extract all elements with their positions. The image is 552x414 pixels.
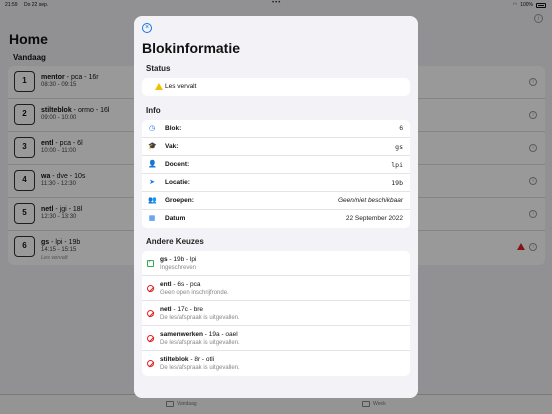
close-icon[interactable]: × — [142, 23, 152, 33]
graduation-cap-icon: 🎓 — [148, 143, 157, 150]
info-value: 6 — [399, 125, 403, 132]
prohibited-icon — [147, 285, 154, 292]
choice-subject: samenwerken — [160, 331, 203, 338]
choice-row[interactable]: gs - 19b - lpi Ingeschreven — [142, 251, 410, 276]
info-label: Docent: — [165, 161, 190, 168]
choice-status: De les/afspraak is uitgevallen. — [160, 315, 240, 321]
status-text: Les vervalt — [165, 83, 197, 90]
clock-icon: ◷ — [148, 125, 156, 132]
choice-row[interactable]: netl - 17c - bre De les/afspraak is uitg… — [142, 301, 410, 326]
choice-row[interactable]: samenwerken - 19a - oael De les/afspraak… — [142, 326, 410, 351]
sheet-title: Blokinformatie — [142, 40, 241, 56]
choice-detail: - 6s - pca — [171, 281, 201, 288]
section-title-info: Info — [146, 106, 161, 115]
info-value: 22 September 2022 — [345, 215, 403, 222]
info-row-block: ◷ Blok: 6 — [142, 120, 410, 138]
choice-status: De les/afspraak is uitgevallen. — [160, 365, 240, 371]
choice-detail: - 19b - lpi — [167, 256, 197, 263]
calendar-icon: ▦ — [148, 215, 156, 222]
info-row-teacher: 👤 Docent: lpi — [142, 156, 410, 174]
block-info-sheet: × Blokinformatie Status Les vervalt Info… — [134, 16, 418, 398]
group-icon: 👥 — [148, 197, 157, 204]
info-card: ◷ Blok: 6 🎓 Vak: gs 👤 Docent: lpi ➤ Loca… — [142, 120, 410, 228]
prohibited-icon — [147, 310, 154, 317]
info-label: Datum — [165, 215, 186, 222]
info-value: lpi — [391, 161, 403, 169]
choice-row[interactable]: entl - 6s - pca Geen open inschrijfronde… — [142, 276, 410, 301]
choice-subject: netl — [160, 306, 172, 313]
info-label: Blok: — [165, 125, 182, 132]
info-row-subject: 🎓 Vak: gs — [142, 138, 410, 156]
info-value: Geen/niet beschikbaar — [337, 197, 403, 204]
location-arrow-icon: ➤ — [149, 179, 155, 186]
info-label: Groepen: — [165, 197, 194, 204]
choices-card: gs - 19b - lpi Ingeschreven entl - 6s - … — [142, 251, 410, 376]
choice-detail: - 17c - bre — [171, 306, 203, 313]
info-value: gs — [395, 143, 403, 151]
choice-status: Geen open inschrijfronde. — [160, 290, 229, 296]
person-icon: 👤 — [148, 161, 157, 168]
prohibited-icon — [147, 360, 154, 367]
choice-detail: - 19a - oael — [203, 331, 238, 338]
info-label: Vak: — [165, 143, 179, 150]
warning-icon — [155, 83, 163, 90]
info-label: Locatie: — [165, 179, 190, 186]
choice-status: Ingeschreven — [160, 265, 197, 271]
choice-subject: stilteblok — [160, 356, 189, 363]
info-row-date: ▦ Datum 22 September 2022 — [142, 210, 410, 228]
checkbox-checked-icon — [147, 259, 154, 267]
choice-subject: gs — [160, 256, 168, 263]
section-title-status: Status — [146, 64, 171, 73]
choice-subject: entl — [160, 281, 172, 288]
prohibited-icon — [147, 335, 154, 342]
choice-row[interactable]: stilteblok - 8r - otli De les/afspraak i… — [142, 351, 410, 376]
choice-detail: - 8r - otli — [188, 356, 215, 363]
info-value: 19b — [391, 179, 403, 187]
info-row-location: ➤ Locatie: 19b — [142, 174, 410, 192]
choice-status: De les/afspraak is uitgevallen. — [160, 340, 240, 346]
info-row-groups: 👥 Groepen: Geen/niet beschikbaar — [142, 192, 410, 210]
status-card: Les vervalt — [142, 78, 410, 96]
section-title-choices: Andere Keuzes — [146, 237, 204, 246]
